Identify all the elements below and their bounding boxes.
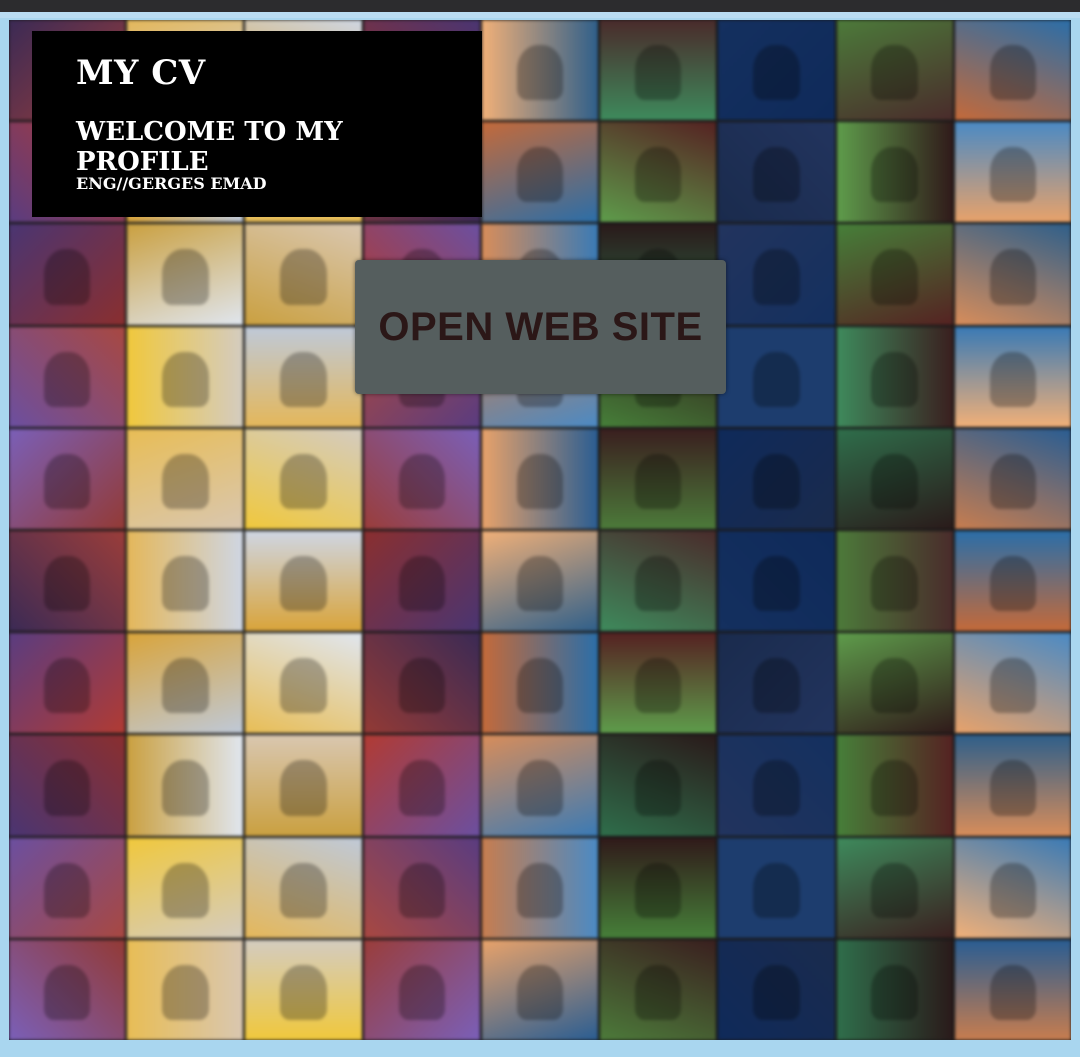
page-title: MY CV [76, 53, 206, 93]
top-accent-line [0, 12, 1080, 18]
mosaic-photo-tile [600, 20, 717, 121]
mosaic-photo-tile [954, 530, 1071, 632]
mosaic-photo-tile [363, 530, 480, 632]
mosaic-photo-tile [954, 326, 1071, 427]
mosaic-photo-tile [600, 530, 717, 632]
mosaic-photo-tile [718, 939, 835, 1040]
mosaic-photo-tile [481, 20, 599, 121]
mosaic-photo-tile [600, 735, 717, 836]
open-web-site-button[interactable]: OPEN WEB SITE [355, 260, 726, 394]
mosaic-photo-tile [718, 530, 835, 632]
mosaic-photo-tile [481, 122, 599, 223]
mosaic-photo-tile [954, 633, 1071, 734]
mosaic-photo-tile [9, 326, 126, 427]
mosaic-photo-tile [954, 428, 1071, 529]
mosaic-photo-tile [127, 735, 244, 836]
mosaic-photo-tile [600, 939, 717, 1040]
cv-header-panel: MY CV WELCOME TO MY PROFILE ENG//GERGES … [32, 31, 482, 217]
mosaic-photo-tile [127, 326, 244, 427]
mosaic-photo-tile [600, 837, 717, 938]
mosaic-photo-tile [954, 735, 1071, 836]
mosaic-photo-tile [718, 735, 835, 836]
mosaic-photo-tile [718, 224, 835, 325]
mosaic-photo-tile [481, 837, 599, 938]
mosaic-photo-tile [718, 428, 835, 529]
mosaic-photo-tile [836, 837, 953, 938]
mosaic-photo-tile [9, 428, 126, 529]
mosaic-photo-tile [9, 633, 126, 734]
mosaic-photo-tile [245, 939, 362, 1040]
mosaic-photo-tile [363, 428, 480, 529]
mosaic-photo-tile [836, 428, 953, 529]
mosaic-photo-tile [9, 735, 126, 836]
mosaic-photo-tile [9, 224, 126, 325]
mosaic-photo-tile [127, 224, 244, 325]
mosaic-photo-tile [481, 530, 599, 632]
mosaic-photo-tile [245, 530, 362, 632]
mosaic-photo-tile [836, 20, 953, 121]
welcome-heading: WELCOME TO MY PROFILE [76, 117, 343, 177]
mosaic-photo-tile [9, 837, 126, 938]
mosaic-photo-tile [954, 224, 1071, 325]
mosaic-photo-tile [718, 122, 835, 223]
mosaic-photo-tile [954, 20, 1071, 121]
mosaic-photo-tile [127, 633, 244, 734]
mosaic-photo-tile [600, 122, 717, 223]
mosaic-photo-tile [954, 939, 1071, 1040]
mosaic-photo-tile [127, 428, 244, 529]
mosaic-photo-tile [9, 939, 126, 1040]
mosaic-photo-tile [836, 530, 953, 632]
mosaic-photo-tile [600, 428, 717, 529]
mosaic-photo-tile [481, 633, 599, 734]
mosaic-photo-tile [836, 224, 953, 325]
mosaic-photo-tile [9, 530, 126, 632]
mosaic-photo-tile [836, 735, 953, 836]
mosaic-photo-tile [954, 122, 1071, 223]
mosaic-photo-tile [127, 530, 244, 632]
mosaic-photo-tile [363, 837, 480, 938]
mosaic-photo-tile [718, 837, 835, 938]
mosaic-photo-tile [245, 837, 362, 938]
mosaic-photo-tile [836, 633, 953, 734]
mosaic-photo-tile [718, 633, 835, 734]
mosaic-photo-tile [127, 837, 244, 938]
mosaic-photo-tile [245, 428, 362, 529]
mosaic-photo-tile [363, 633, 480, 734]
mosaic-photo-tile [481, 939, 599, 1040]
mosaic-photo-tile [245, 224, 362, 325]
mosaic-photo-tile [245, 326, 362, 427]
mosaic-photo-tile [836, 939, 953, 1040]
top-status-bar [0, 0, 1080, 12]
mosaic-photo-tile [481, 428, 599, 529]
mosaic-photo-tile [836, 122, 953, 223]
mosaic-photo-tile [718, 20, 835, 121]
mosaic-photo-tile [245, 633, 362, 734]
mosaic-photo-tile [954, 837, 1071, 938]
author-name: ENG//GERGES EMAD [76, 174, 267, 193]
mosaic-photo-tile [127, 939, 244, 1040]
mosaic-photo-tile [481, 735, 599, 836]
mosaic-photo-tile [836, 326, 953, 427]
mosaic-photo-tile [363, 939, 480, 1040]
mosaic-photo-tile [363, 735, 480, 836]
mosaic-photo-tile [245, 735, 362, 836]
mosaic-photo-tile [718, 326, 835, 427]
mosaic-photo-tile [600, 633, 717, 734]
